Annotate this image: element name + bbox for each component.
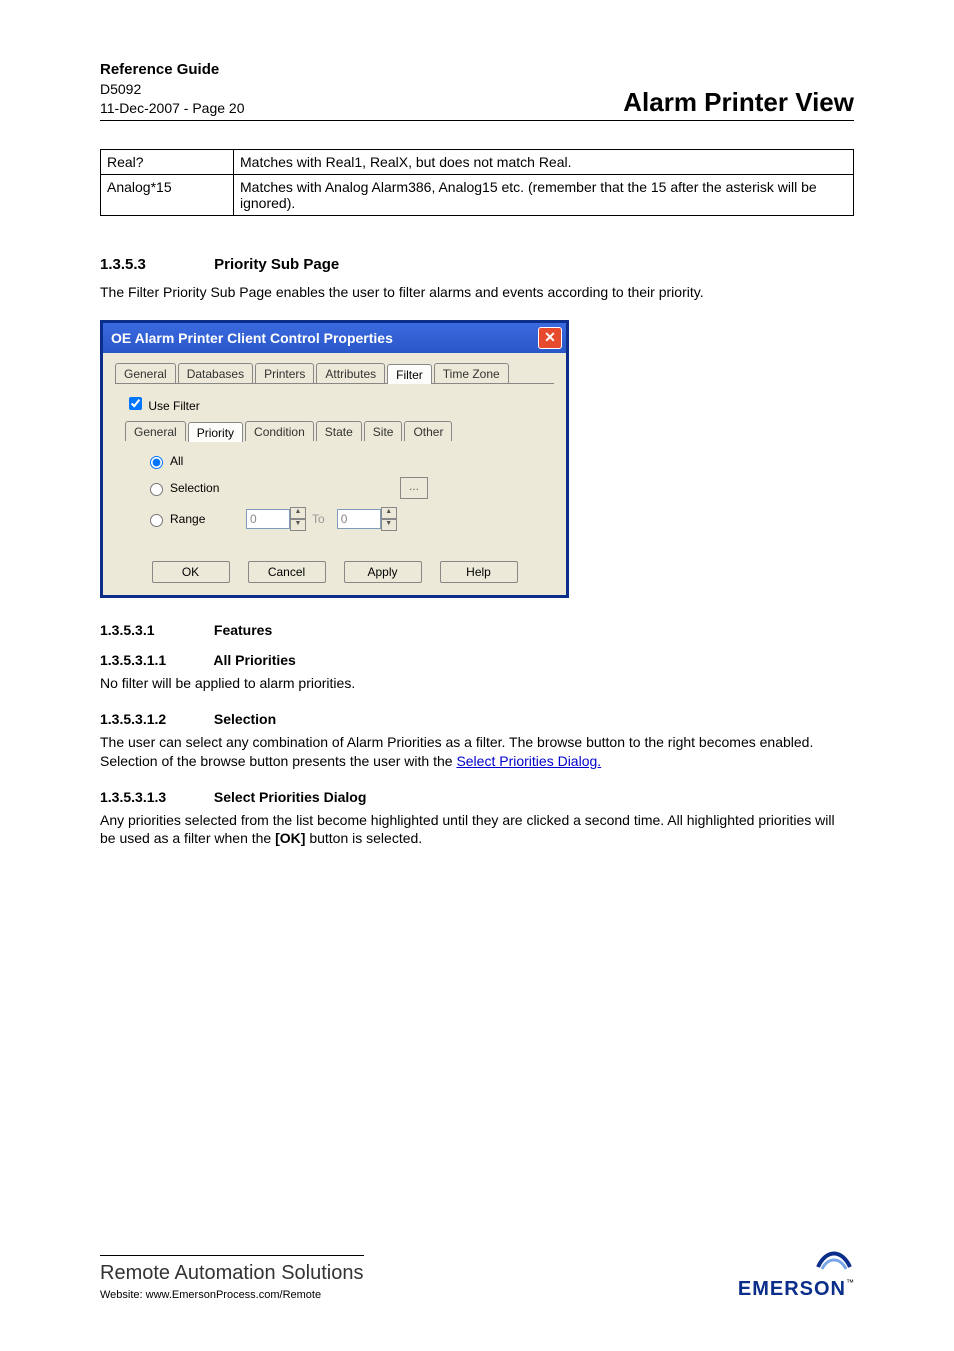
page-header: Reference Guide D5092 11-Dec-2007 - Page… [100, 60, 854, 121]
spinner-from[interactable]: ▲▼ [290, 507, 306, 531]
tab-printers[interactable]: Printers [255, 363, 314, 383]
emerson-logo: EMERSON™ [738, 1247, 854, 1301]
example-table: Real? Matches with Real1, RealX, but doe… [100, 149, 854, 216]
footer-org: Remote Automation Solutions [100, 1262, 364, 1285]
tab-databases[interactable]: Databases [178, 363, 253, 383]
section-title: Selection [214, 711, 276, 727]
section-title: Priority Sub Page [214, 256, 339, 273]
help-button[interactable]: Help [440, 561, 518, 583]
section-number: 1.3.5.3.1.1 [100, 652, 210, 668]
chevron-down-icon[interactable]: ▼ [381, 519, 397, 531]
doc-title: Reference Guide [100, 60, 245, 80]
radio-all[interactable] [150, 456, 163, 469]
doc-id: D5092 [100, 80, 245, 99]
range-to-input[interactable] [337, 509, 381, 529]
example-key: Real? [101, 150, 234, 175]
subtab-general[interactable]: General [125, 421, 186, 441]
radio-range-label: Range [170, 512, 240, 526]
section-heading: 1.3.5.3 Priority Sub Page [100, 256, 854, 273]
subtab-site[interactable]: Site [364, 421, 403, 441]
example-key: Analog*15 [101, 175, 234, 216]
example-desc: Matches with Analog Alarm386, Analog15 e… [234, 175, 854, 216]
section-body: The user can select any combination of A… [100, 733, 854, 771]
use-filter-checkbox[interactable] [129, 397, 142, 410]
cancel-button[interactable]: Cancel [248, 561, 326, 583]
properties-dialog: OE Alarm Printer Client Control Properti… [100, 320, 569, 598]
tab-filter[interactable]: Filter [387, 364, 432, 384]
radio-selection-label: Selection [170, 481, 240, 495]
section-heading: 1.3.5.3.1.1 All Priorities [100, 652, 854, 668]
dialog-titlebar: OE Alarm Printer Client Control Properti… [103, 323, 566, 353]
section-body: No filter will be applied to alarm prior… [100, 674, 854, 693]
close-icon[interactable]: ✕ [538, 327, 562, 349]
example-desc: Matches with Real1, RealX, but does not … [234, 150, 854, 175]
section-body: The Filter Priority Sub Page enables the… [100, 283, 854, 302]
body-text: button is selected. [305, 830, 422, 846]
section-title: Features [214, 622, 272, 638]
subtab-state[interactable]: State [316, 421, 362, 441]
tab-attributes[interactable]: Attributes [316, 363, 385, 383]
main-tabrow: General Databases Printers Attributes Fi… [115, 363, 554, 384]
date-page: 11-Dec-2007 - Page 20 [100, 99, 245, 118]
section-body: Any priorities selected from the list be… [100, 811, 854, 849]
tab-general[interactable]: General [115, 363, 176, 383]
priority-radio-group: All Selection ... Range ▲▼ To [145, 453, 554, 531]
section-heading: 1.3.5.3.1.3 Select Priorities Dialog [100, 789, 854, 805]
view-title: Alarm Printer View [623, 87, 854, 118]
table-row: Real? Matches with Real1, RealX, but doe… [101, 150, 854, 175]
dialog-title: OE Alarm Printer Client Control Properti… [111, 330, 393, 346]
ok-bold: [OK] [275, 830, 305, 846]
subtab-priority[interactable]: Priority [188, 422, 243, 442]
emerson-wordmark: EMERSON [738, 1278, 846, 1300]
header-left: Reference Guide D5092 11-Dec-2007 - Page… [100, 60, 245, 118]
section-title: All Priorities [213, 652, 295, 668]
range-to-label: To [312, 512, 325, 526]
emerson-swoosh-icon [814, 1247, 854, 1273]
body-text: Any priorities selected from the list be… [100, 812, 835, 847]
section-title: Select Priorities Dialog [214, 789, 367, 805]
apply-button[interactable]: Apply [344, 561, 422, 583]
section-number: 1.3.5.3 [100, 256, 210, 273]
section-heading: 1.3.5.3.1 Features [100, 622, 854, 638]
use-filter-row: Use Filter [125, 394, 554, 413]
footer-website: Website: www.EmersonProcess.com/Remote [100, 1289, 364, 1301]
radio-range[interactable] [150, 514, 163, 527]
page-footer: Remote Automation Solutions Website: www… [100, 1247, 854, 1301]
use-filter-label: Use Filter [148, 399, 199, 413]
radio-all-label: All [170, 454, 240, 468]
section-number: 1.3.5.3.1 [100, 622, 210, 638]
section-number: 1.3.5.3.1.3 [100, 789, 210, 805]
ok-button[interactable]: OK [152, 561, 230, 583]
sub-tabrow: General Priority Condition State Site Ot… [125, 421, 554, 441]
select-priorities-link[interactable]: Select Priorities Dialog. [456, 753, 601, 769]
chevron-up-icon[interactable]: ▲ [290, 507, 306, 519]
range-from-input[interactable] [246, 509, 290, 529]
dialog-button-row: OK Cancel Apply Help [115, 551, 554, 583]
chevron-down-icon[interactable]: ▼ [290, 519, 306, 531]
section-heading: 1.3.5.3.1.2 Selection [100, 711, 854, 727]
section-number: 1.3.5.3.1.2 [100, 711, 210, 727]
browse-button[interactable]: ... [400, 477, 428, 499]
tm-symbol: ™ [846, 1278, 854, 1287]
table-row: Analog*15 Matches with Analog Alarm386, … [101, 175, 854, 216]
subtab-condition[interactable]: Condition [245, 421, 314, 441]
spinner-to[interactable]: ▲▼ [381, 507, 397, 531]
tab-timezone[interactable]: Time Zone [434, 363, 509, 383]
chevron-up-icon[interactable]: ▲ [381, 507, 397, 519]
subtab-other[interactable]: Other [404, 421, 452, 441]
radio-selection[interactable] [150, 483, 163, 496]
